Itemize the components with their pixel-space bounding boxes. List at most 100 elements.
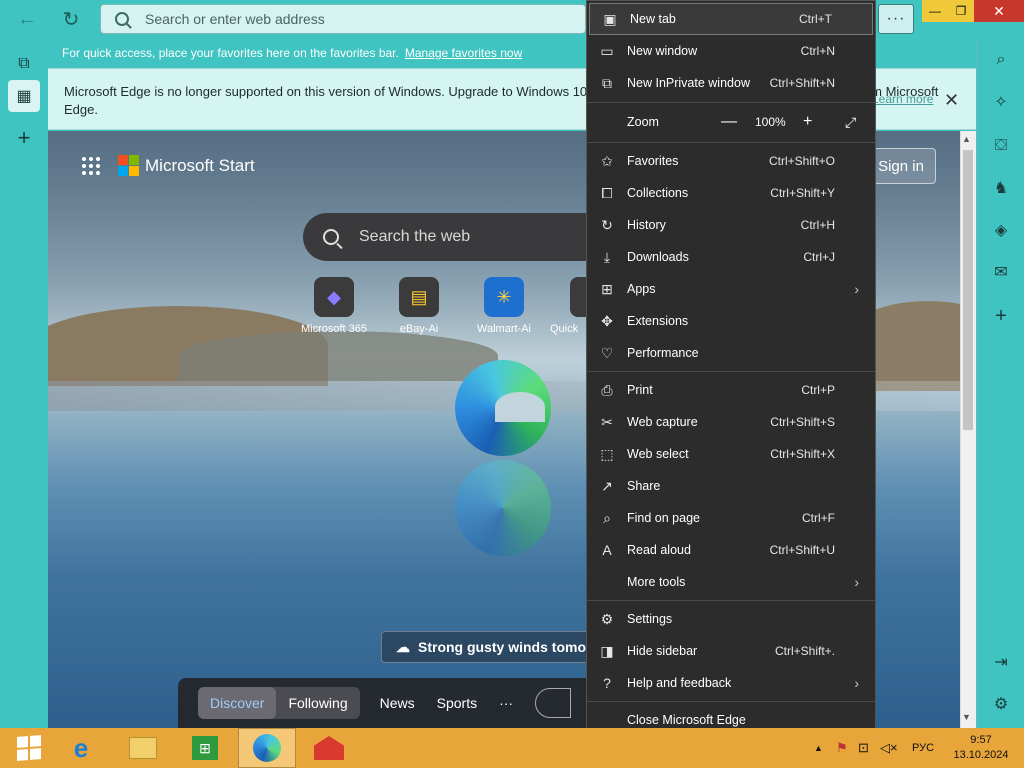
menu-item-new-tab[interactable]: ▣ New tab Ctrl+T: [589, 3, 873, 35]
add-sidebar-app-icon[interactable]: +: [987, 302, 1015, 330]
edge-taskbar-icon[interactable]: [238, 728, 296, 768]
action-center-flag-icon[interactable]: ⚑: [836, 740, 848, 756]
active-tab-icon[interactable]: ▦: [8, 80, 40, 112]
scroll-down-arrow-icon[interactable]: ▼: [962, 712, 971, 722]
tile-label: Walmart-Ai: [477, 323, 531, 335]
menu-item-more-tools[interactable]: More tools ›: [587, 566, 875, 598]
edge-logo-reflection: [455, 460, 551, 556]
new-tab-plus-icon[interactable]: +: [8, 122, 40, 154]
refresh-icon[interactable]: ↻: [56, 4, 86, 34]
menu-item-label: Web select: [627, 447, 689, 461]
menu-item-shortcut: Ctrl+Shift+U: [769, 543, 835, 557]
find-icon: ⌕: [603, 509, 611, 526]
clock-time: 9:57: [970, 734, 992, 746]
sign-in-button[interactable]: Sign in: [866, 148, 936, 184]
menu-item-new-window[interactable]: ▭ New window Ctrl+N: [587, 35, 875, 67]
sidebar-search-icon[interactable]: ⌕: [987, 46, 1015, 74]
menu-item-hide-sidebar[interactable]: ◨ Hide sidebar Ctrl+Shift+.: [587, 635, 875, 667]
menu-item-history[interactable]: ↻ History Ctrl+H: [587, 209, 875, 241]
menu-item-shortcut: Ctrl+F: [802, 511, 835, 525]
quick-link-tile[interactable]: ✳ Walmart-Ai: [464, 277, 544, 335]
sidebar-settings-icon[interactable]: ⚙: [987, 690, 1015, 718]
menu-item-shortcut: Ctrl+Shift+Y: [770, 186, 835, 200]
menu-item-shortcut: Ctrl+Shift+N: [769, 76, 835, 90]
menu-separator: [587, 701, 875, 702]
tab-news[interactable]: News: [380, 695, 415, 711]
network-icon[interactable]: ⊡: [858, 740, 869, 756]
menu-item-extensions[interactable]: ✥ Extensions: [587, 305, 875, 337]
web-search-box[interactable]: Search the web: [303, 213, 603, 261]
performance-heart-icon: ♡: [600, 344, 614, 361]
menu-item-label: History: [627, 218, 666, 232]
menu-item-label: Collections: [627, 186, 689, 200]
menu-item-web-capture[interactable]: ✂ Web capture Ctrl+Shift+S: [587, 406, 875, 438]
taskbar-clock[interactable]: 9:57 13.10.2024: [946, 733, 1016, 763]
feed-settings-icon[interactable]: [535, 688, 572, 718]
weather-text: Strong gusty winds tomo: [418, 639, 586, 655]
input-language[interactable]: РУС: [912, 742, 934, 754]
tools-briefcase-icon[interactable]: ⛋: [987, 132, 1015, 160]
help-icon: ?: [603, 675, 611, 691]
menu-item-shortcut: Ctrl+Shift+S: [770, 415, 835, 429]
zoom-out-button[interactable]: —: [721, 113, 737, 131]
close-window-button[interactable]: ✕: [974, 0, 1024, 22]
menu-item-shortcut: Ctrl+J: [803, 250, 835, 264]
menu-item-performance[interactable]: ♡ Performance: [587, 337, 875, 369]
outlook-icon[interactable]: ✉: [987, 258, 1015, 286]
menu-item-find-on-page[interactable]: ⌕ Find on page Ctrl+F: [587, 502, 875, 534]
learn-more-link[interactable]: Learn more: [872, 92, 933, 106]
address-bar[interactable]: Search or enter web address: [100, 4, 586, 34]
windows-store-icon[interactable]: ⊞: [176, 728, 234, 768]
menu-item-settings[interactable]: ⚙ Settings: [587, 603, 875, 635]
settings-and-more-button[interactable]: ···: [878, 4, 914, 34]
show-hidden-icons-icon[interactable]: ▲: [814, 743, 823, 753]
feed-more-button[interactable]: ···: [499, 695, 513, 711]
zoom-label: Zoom: [627, 115, 659, 129]
menu-item-zoom: Zoom — 100% + ⤢: [587, 106, 875, 138]
maximize-button[interactable]: ❐: [948, 0, 974, 22]
scrollbar-thumb[interactable]: [963, 150, 973, 430]
zoom-in-button[interactable]: +: [803, 113, 812, 131]
weather-alert[interactable]: ☁ Strong gusty winds tomo: [381, 631, 591, 663]
menu-item-label: Web capture: [627, 415, 698, 429]
app-launcher-icon[interactable]: [82, 156, 100, 175]
history-icon: ↻: [601, 216, 613, 233]
file-explorer-icon[interactable]: [114, 728, 172, 768]
menu-item-share[interactable]: ↗ Share: [587, 470, 875, 502]
tab-discover[interactable]: Discover: [198, 687, 277, 719]
start-button-windows-icon[interactable]: [0, 728, 58, 768]
scroll-up-arrow-icon[interactable]: ▲: [962, 134, 971, 144]
customize-sidebar-icon[interactable]: ⇥: [987, 648, 1015, 676]
volume-muted-icon[interactable]: ◁×: [880, 740, 898, 756]
tab-actions-icon[interactable]: ⧉: [8, 48, 40, 80]
menu-item-favorites[interactable]: ✩ Favorites Ctrl+Shift+O: [587, 145, 875, 177]
internet-explorer-icon[interactable]: e: [52, 728, 110, 768]
menu-item-print[interactable]: ⎙ Print Ctrl+P: [587, 374, 875, 406]
menu-item-web-select[interactable]: ⬚ Web select Ctrl+Shift+X: [587, 438, 875, 470]
menu-item-label: Find on page: [627, 511, 700, 525]
menu-item-new-inprivate-window[interactable]: ⧉ New InPrivate window Ctrl+Shift+N: [587, 67, 875, 99]
menu-item-read-aloud[interactable]: A Read aloud Ctrl+Shift+U: [587, 534, 875, 566]
copilot-sparkle-icon[interactable]: ✧: [987, 88, 1015, 116]
menu-item-collections[interactable]: ⧠ Collections Ctrl+Shift+Y: [587, 177, 875, 209]
quick-link-tile[interactable]: ◆ Microsoft 365: [294, 277, 374, 335]
menu-separator: [587, 142, 875, 143]
menu-item-downloads[interactable]: ⤓ Downloads Ctrl+J: [587, 241, 875, 273]
app-red-icon[interactable]: [300, 728, 358, 768]
menu-item-label: Performance: [627, 346, 699, 360]
tab-sports[interactable]: Sports: [437, 695, 477, 711]
fullscreen-icon[interactable]: ⤢: [845, 114, 856, 131]
manage-favorites-link[interactable]: Manage favorites now: [405, 46, 522, 60]
minimize-button[interactable]: —: [922, 0, 948, 22]
infobar-close-icon[interactable]: ✕: [944, 90, 959, 111]
menu-item-label: Print: [627, 383, 653, 397]
back-icon[interactable]: ←: [12, 4, 42, 34]
menu-item-help-and-feedback[interactable]: ? Help and feedback ›: [587, 667, 875, 699]
menu-item-apps[interactable]: ⊞ Apps ›: [587, 273, 875, 305]
tab-following[interactable]: Following: [276, 687, 359, 719]
quick-link-tile[interactable]: ▤ eBay-Ai: [379, 277, 459, 335]
office-icon[interactable]: ◈: [987, 216, 1015, 244]
games-icon[interactable]: ♞: [987, 174, 1015, 202]
download-icon: ⤓: [603, 248, 611, 265]
quick-link-tile[interactable]: ◐ Quick: [544, 277, 586, 335]
